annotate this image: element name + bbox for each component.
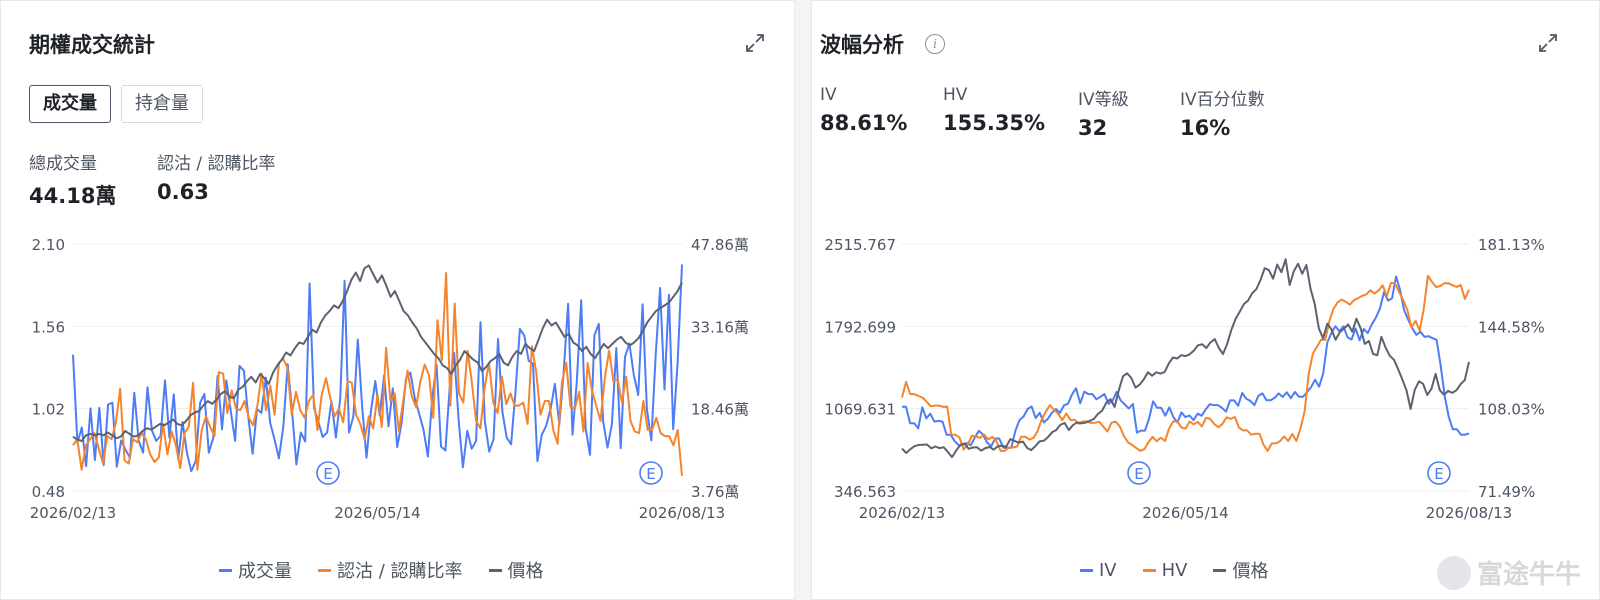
x-tick-label: 2026/02/13 — [859, 504, 945, 522]
earnings-marker-label: E — [1434, 465, 1443, 483]
legend-swatch — [318, 568, 331, 572]
legend-item-price[interactable]: 價格 — [1213, 557, 1268, 583]
earnings-marker-label: E — [323, 465, 332, 483]
legend-label: 價格 — [507, 561, 544, 582]
legend-swatch — [1142, 568, 1156, 572]
watermark: 富途牛牛 — [1436, 554, 1581, 591]
option-volume-chart: 2.10 1.56 1.02 0.48 47.86萬 33.16萬 18.46萬 3.76萬 2… — [30, 236, 749, 522]
legend-swatch — [1080, 568, 1093, 572]
y-left-tick-label: 2515.767 — [824, 236, 896, 254]
earnings-marker-label: E — [646, 465, 655, 483]
chart-legend: IV HV 價格 — [1080, 557, 1268, 583]
volatility-card: 波幅分析 i IV 88.61% HV 155.35% IV等級 32 IV百分… — [811, 0, 1600, 600]
legend-item-price[interactable]: 價格 — [488, 557, 544, 583]
y-right-tick-label: 18.46萬 — [691, 401, 749, 419]
legend-label: 成交量 — [238, 561, 292, 582]
legend-label: IV — [1099, 559, 1117, 581]
legend-item-put-call-ratio[interactable]: 認沽 / 認購比率 — [318, 557, 463, 583]
legend-label: 認沽 / 認購比率 — [337, 561, 463, 582]
y-left-tick-label: 1792.699 — [824, 318, 896, 336]
y-left-tick-label: 0.48 — [32, 483, 65, 501]
futu-logo-icon — [1436, 555, 1471, 590]
x-tick-label: 2026/05/14 — [334, 504, 420, 522]
y-right-tick-label: 71.49% — [1478, 483, 1535, 501]
legend-swatch — [488, 568, 502, 572]
earnings-marker-label: E — [1134, 465, 1143, 483]
watermark-text: 富途牛牛 — [1476, 560, 1581, 590]
chart-legend: 成交量 認沽 / 認購比率 價格 — [219, 557, 544, 583]
x-tick-label: 2026/02/13 — [30, 504, 116, 522]
series-line-iv — [902, 275, 1470, 449]
y-left-tick-label: 346.563 — [834, 483, 896, 501]
series-line-volume — [72, 264, 683, 473]
y-right-tick-label: 144.58% — [1478, 318, 1545, 336]
legend-item-hv[interactable]: HV — [1142, 559, 1188, 581]
y-left-tick-label: 1.02 — [32, 401, 65, 419]
y-left-tick-label: 1.56 — [32, 318, 65, 336]
y-left-tick-label: 2.10 — [32, 236, 65, 254]
y-left-tick-label: 1069.631 — [824, 401, 896, 419]
legend-swatch — [219, 568, 232, 572]
legend-item-volume[interactable]: 成交量 — [219, 557, 292, 583]
y-right-tick-label: 47.86萬 — [691, 236, 749, 254]
volatility-chart: 2515.767 1792.699 1069.631 346.563 181.13% 14… — [824, 236, 1545, 522]
x-tick-label: 2026/05/14 — [1142, 504, 1228, 522]
x-tick-label: 2026/08/13 — [1426, 504, 1512, 522]
legend-label: HV — [1161, 559, 1188, 581]
option-volume-card: 期權成交統計 成交量 持倉量 總成交量 44.18萬 認沽 / 認購比率 0.6… — [0, 0, 795, 600]
y-right-tick-label: 33.16萬 — [691, 318, 749, 336]
x-tick-label: 2026/08/13 — [639, 504, 725, 522]
legend-item-iv[interactable]: IV — [1080, 560, 1117, 581]
legend-swatch — [1213, 568, 1227, 572]
series-line-hv — [901, 274, 1470, 452]
legend-label: 價格 — [1232, 561, 1269, 582]
y-right-tick-label: 108.03% — [1478, 401, 1545, 419]
y-right-tick-label: 3.76萬 — [691, 483, 739, 501]
y-right-tick-label: 181.13% — [1478, 236, 1545, 254]
